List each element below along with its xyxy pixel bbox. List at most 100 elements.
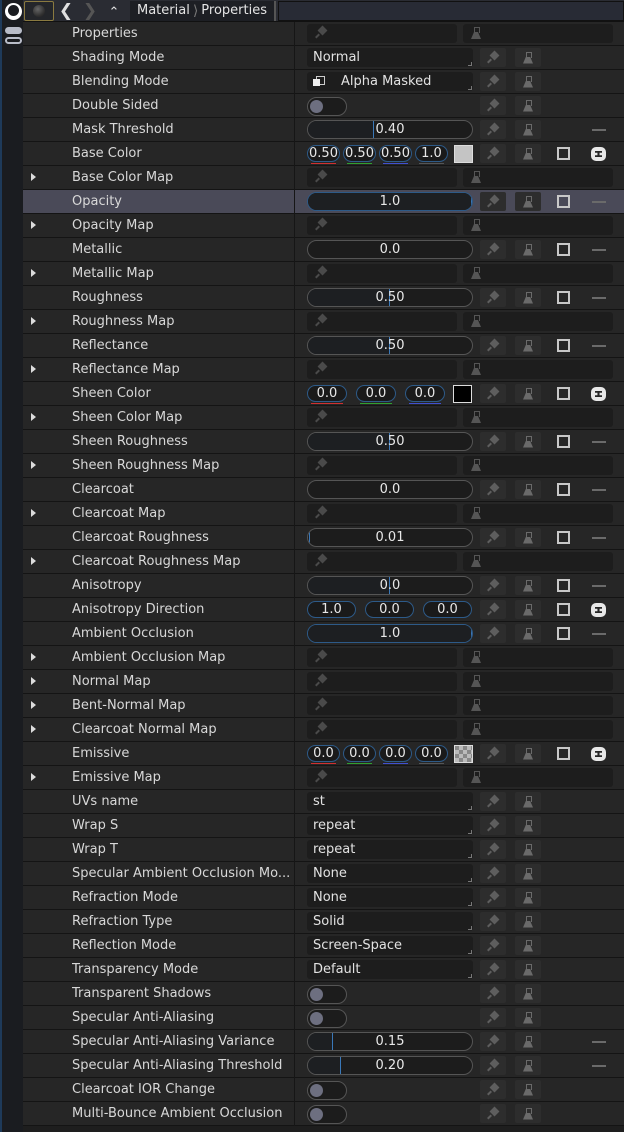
override-button[interactable] xyxy=(480,984,506,1003)
toggle-panel-icon[interactable] xyxy=(5,27,22,45)
material-button[interactable] xyxy=(515,192,541,211)
material-button[interactable] xyxy=(515,912,541,931)
material-button[interactable] xyxy=(515,480,541,499)
material-button[interactable] xyxy=(515,72,541,91)
override-button[interactable] xyxy=(480,960,506,979)
override-button[interactable] xyxy=(480,336,506,355)
forward-button[interactable]: ❯ xyxy=(78,1,102,21)
color-swatch[interactable] xyxy=(453,385,472,403)
component-field-1[interactable]: 0.0 xyxy=(356,385,396,404)
material-button[interactable] xyxy=(515,888,541,907)
material-button[interactable] xyxy=(515,864,541,883)
toggle-switch[interactable] xyxy=(307,985,347,1004)
component-field-2[interactable]: 0.0 xyxy=(379,745,412,764)
value-slider[interactable]: 1.0 xyxy=(307,624,473,643)
expand-arrow-icon[interactable] xyxy=(31,317,36,325)
override-button[interactable] xyxy=(480,72,506,91)
override-button[interactable] xyxy=(480,624,506,643)
material-button[interactable] xyxy=(515,576,541,595)
expand-arrow-icon[interactable] xyxy=(31,701,36,709)
reset-dash-icon[interactable] xyxy=(592,537,606,539)
override-button[interactable] xyxy=(480,1080,506,1099)
override-button[interactable] xyxy=(480,576,506,595)
value-combobox[interactable]: Solid xyxy=(307,912,473,931)
reset-dash-icon[interactable] xyxy=(592,129,606,131)
override-button[interactable] xyxy=(480,816,506,835)
reset-dash-icon[interactable] xyxy=(592,1065,606,1067)
material-button[interactable] xyxy=(515,840,541,859)
texture-slot-field[interactable] xyxy=(307,648,457,667)
component-field-1[interactable]: 0.0 xyxy=(343,745,376,764)
enable-checkbox[interactable] xyxy=(557,579,570,592)
toggle-switch[interactable] xyxy=(307,1009,347,1028)
material-button[interactable] xyxy=(515,1080,541,1099)
reset-dash-icon[interactable] xyxy=(592,633,606,635)
expand-arrow-icon[interactable] xyxy=(31,557,36,565)
expand-arrow-icon[interactable] xyxy=(31,173,36,181)
material-slot-field[interactable] xyxy=(463,720,613,739)
material-slot-field[interactable] xyxy=(463,168,613,187)
expand-arrow-icon[interactable] xyxy=(31,365,36,373)
override-button[interactable] xyxy=(480,1056,506,1075)
value-combobox[interactable]: None xyxy=(307,888,473,907)
component-field-1[interactable]: 0.50 xyxy=(343,145,376,164)
value-slider[interactable]: 0.50 xyxy=(307,432,473,451)
component-field-3[interactable]: 1.0 xyxy=(415,145,448,164)
component-field-0[interactable]: 0.0 xyxy=(307,385,347,404)
reset-dash-icon[interactable] xyxy=(592,441,606,443)
enable-checkbox[interactable] xyxy=(557,483,570,496)
override-button[interactable] xyxy=(480,120,506,139)
enable-checkbox[interactable] xyxy=(557,435,570,448)
enable-checkbox[interactable] xyxy=(557,747,570,760)
value-slider[interactable]: 0.01 xyxy=(307,528,473,547)
enable-checkbox[interactable] xyxy=(557,195,570,208)
material-slot-field[interactable] xyxy=(463,408,613,427)
material-button[interactable] xyxy=(515,336,541,355)
enable-checkbox[interactable] xyxy=(557,387,570,400)
material-button[interactable] xyxy=(515,96,541,115)
material-button[interactable] xyxy=(515,240,541,259)
reset-dash-icon[interactable] xyxy=(592,201,606,203)
link-channels-icon[interactable] xyxy=(591,603,606,617)
expand-arrow-icon[interactable] xyxy=(31,269,36,277)
enable-checkbox[interactable] xyxy=(557,603,570,616)
override-button[interactable] xyxy=(480,480,506,499)
value-combobox[interactable]: Normal xyxy=(307,48,473,67)
material-slot-field[interactable] xyxy=(463,696,613,715)
value-slider[interactable]: 0.50 xyxy=(307,336,473,355)
override-button[interactable] xyxy=(480,528,506,547)
value-combobox[interactable]: Default xyxy=(307,960,473,979)
material-button[interactable] xyxy=(515,936,541,955)
component-field-0[interactable]: 0.0 xyxy=(307,745,340,764)
reset-dash-icon[interactable] xyxy=(592,297,606,299)
breadcrumb-item-properties[interactable]: Properties xyxy=(198,3,270,18)
expand-arrow-icon[interactable] xyxy=(31,773,36,781)
component-field-2[interactable]: 0.0 xyxy=(405,385,445,404)
override-button[interactable] xyxy=(480,384,506,403)
material-button[interactable] xyxy=(515,960,541,979)
texture-slot-field[interactable] xyxy=(307,768,457,787)
material-button[interactable] xyxy=(515,600,541,619)
value-combobox[interactable]: Screen-Space xyxy=(307,936,473,955)
value-combobox[interactable]: None xyxy=(307,864,473,883)
enable-checkbox[interactable] xyxy=(557,531,570,544)
material-button[interactable] xyxy=(515,432,541,451)
enable-checkbox[interactable] xyxy=(557,147,570,160)
enable-checkbox[interactable] xyxy=(557,627,570,640)
value-combobox[interactable]: Alpha Masked xyxy=(307,72,473,91)
reset-dash-icon[interactable] xyxy=(592,585,606,587)
header-search-area[interactable] xyxy=(277,0,624,21)
value-slider[interactable]: 0.15 xyxy=(307,1032,473,1051)
material-slot-field[interactable] xyxy=(463,456,613,475)
texture-slot-field[interactable] xyxy=(307,168,457,187)
texture-slot-field[interactable] xyxy=(307,216,457,235)
material-slot-field[interactable] xyxy=(463,768,613,787)
material-button[interactable] xyxy=(515,120,541,139)
override-button[interactable] xyxy=(480,600,506,619)
material-button[interactable] xyxy=(515,48,541,67)
override-button[interactable] xyxy=(480,192,506,211)
override-button[interactable] xyxy=(480,888,506,907)
value-slider[interactable]: 0.50 xyxy=(307,288,473,307)
expand-arrow-icon[interactable] xyxy=(31,413,36,421)
override-button[interactable] xyxy=(480,912,506,931)
